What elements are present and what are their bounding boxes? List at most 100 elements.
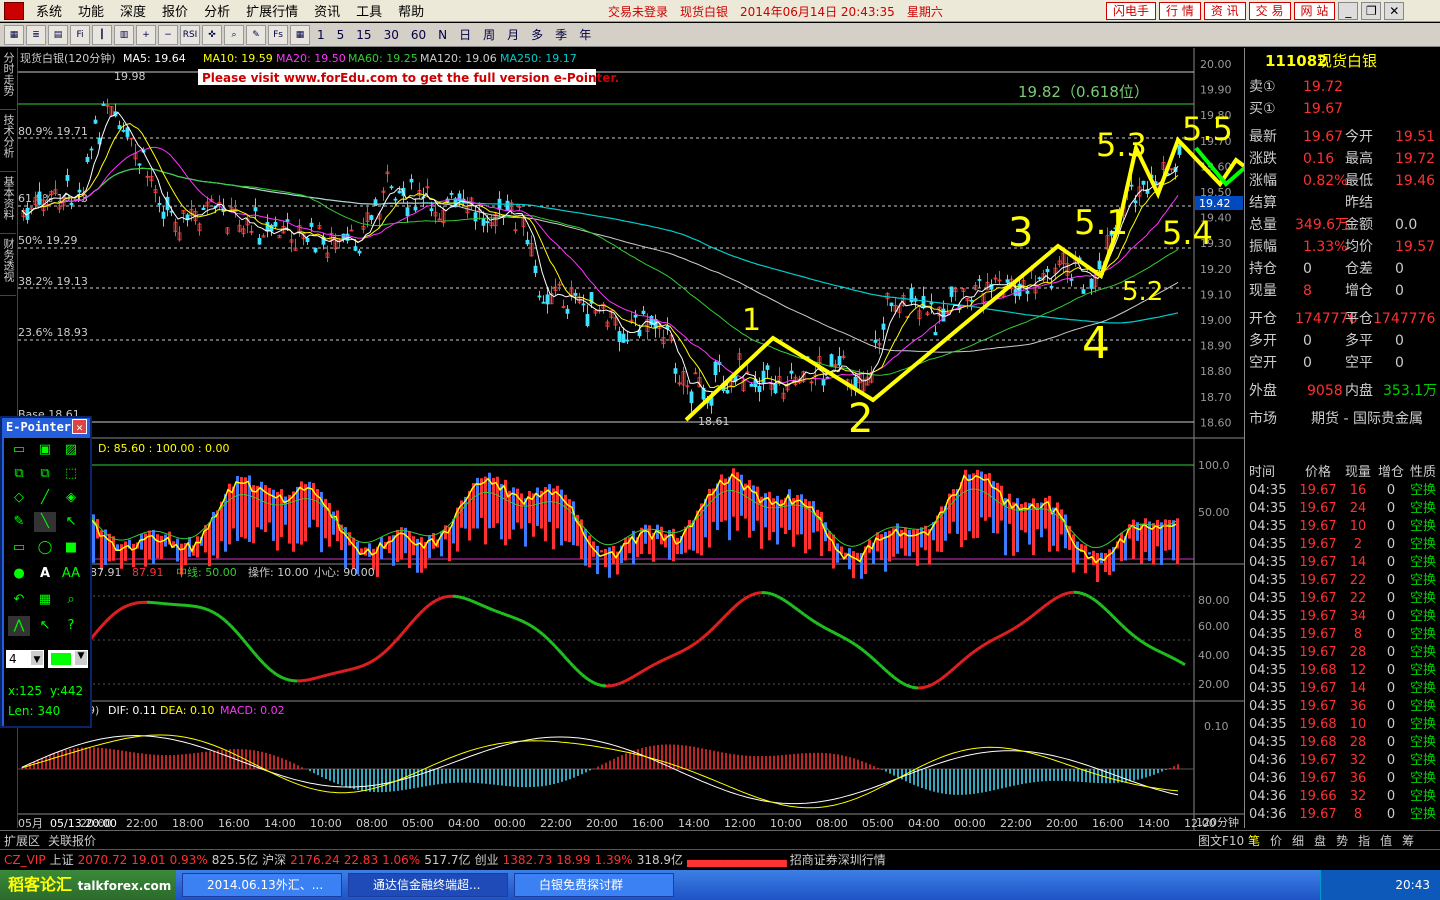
osc-segment bbox=[1004, 630, 1009, 635]
chart-icon[interactable]: ▤ bbox=[48, 24, 68, 45]
task-item-3[interactable]: 白银免费探讨群 bbox=[514, 873, 674, 897]
arrow-icon[interactable]: ↖ bbox=[60, 512, 82, 532]
panel-tab[interactable]: 价 bbox=[1270, 832, 1282, 849]
start-button[interactable]: 稻客论汇 talkforex.com bbox=[0, 870, 176, 900]
period-day[interactable]: 日 bbox=[454, 26, 476, 43]
menu-info[interactable]: 资讯 bbox=[306, 1, 348, 20]
technical-chart[interactable]: 19.98 80.9% 19.71 61.8% 19.43 50% 19.29 … bbox=[18, 48, 1244, 830]
period-week[interactable]: 周 bbox=[478, 26, 500, 43]
pen-icon[interactable]: ✎ bbox=[8, 512, 30, 532]
period-15[interactable]: 15 bbox=[351, 28, 376, 42]
period-year[interactable]: 年 bbox=[574, 26, 596, 43]
help-icon[interactable]: ? bbox=[60, 616, 82, 636]
undo-icon[interactable]: ↶ bbox=[8, 590, 30, 610]
cursor-icon[interactable]: ↖ bbox=[34, 616, 56, 636]
kd-bar bbox=[468, 490, 471, 541]
select-icon[interactable]: ⬚ bbox=[60, 464, 82, 484]
menu-analysis[interactable]: 分析 bbox=[196, 1, 238, 20]
website-button[interactable]: 网 站 bbox=[1293, 2, 1336, 20]
panel-tab[interactable]: 笔 bbox=[1248, 832, 1260, 849]
zoom-in-icon[interactable]: + bbox=[136, 24, 156, 45]
period-30[interactable]: 30 bbox=[379, 28, 404, 42]
tick-cell: 19.67 bbox=[1299, 645, 1337, 660]
task-item-2[interactable]: 通达信金融终端超... bbox=[348, 873, 508, 897]
panel-tab[interactable]: 势 bbox=[1336, 832, 1348, 849]
period-n[interactable]: N bbox=[433, 28, 452, 42]
period-multi[interactable]: 多 bbox=[526, 26, 548, 43]
color-select[interactable]: ▼ bbox=[48, 650, 88, 668]
line-icon[interactable]: ╲ bbox=[34, 512, 56, 532]
menu-quote[interactable]: 报价 bbox=[154, 1, 196, 20]
grid-icon[interactable]: ▦ bbox=[4, 24, 24, 45]
period-5[interactable]: 5 bbox=[332, 28, 350, 42]
tab-f10[interactable]: 图文F10 bbox=[1198, 832, 1244, 849]
panel-tab[interactable]: 细 bbox=[1292, 832, 1304, 849]
panel-tab[interactable]: 值 bbox=[1380, 832, 1392, 849]
task-item-1[interactable]: 2014.06.13外汇、... bbox=[182, 873, 342, 897]
menu-help[interactable]: 帮助 bbox=[390, 1, 432, 20]
fs-icon[interactable]: Fs bbox=[268, 24, 288, 45]
notice-text[interactable]: Please visit www.forEdu.com to get the f… bbox=[202, 71, 619, 85]
period-60[interactable]: 60 bbox=[406, 28, 431, 42]
filled-ellipse-icon[interactable]: ● bbox=[8, 564, 30, 584]
polyline-icon[interactable]: ⋀ bbox=[8, 616, 30, 636]
tab-ext-area[interactable]: 扩展区 bbox=[4, 832, 40, 849]
text-style-icon[interactable]: AA bbox=[60, 564, 82, 584]
pencil-icon[interactable]: ✎ bbox=[246, 24, 266, 45]
quote-row-value: 1.33% bbox=[1303, 239, 1348, 255]
magnify-icon[interactable]: ⌕ bbox=[60, 590, 82, 610]
trade-button[interactable]: 交 易 bbox=[1248, 2, 1291, 20]
list-icon[interactable]: ≣ bbox=[26, 24, 46, 45]
period-season[interactable]: 季 bbox=[550, 26, 572, 43]
paste-icon[interactable]: ⧉ bbox=[34, 464, 56, 484]
width-select[interactable]: 4 ▼ bbox=[6, 650, 44, 668]
flash-trade-button[interactable]: 闪电手 bbox=[1106, 2, 1157, 20]
epointer-palette[interactable]: E-Pointer ✕ ▭ ▣ ▨ ⧉ ⧉ ⬚ ◇ ╱ ◈ ✎ ╲ ↖ ▭ ◯ … bbox=[0, 416, 92, 728]
rsi-icon[interactable]: RSI bbox=[180, 24, 200, 45]
menu-ext-market[interactable]: 扩展行情 bbox=[238, 1, 306, 20]
osc-segment bbox=[712, 623, 719, 629]
vip-label[interactable]: CZ_VIP bbox=[4, 853, 46, 867]
image-icon[interactable]: ▨ bbox=[60, 440, 82, 460]
kd-bar bbox=[808, 501, 811, 550]
tab-fundamental[interactable]: 基本资料 bbox=[0, 172, 16, 234]
tab-technical[interactable]: 技术分析 bbox=[0, 110, 16, 172]
copy-icon[interactable]: ⧉ bbox=[8, 464, 30, 484]
search-icon[interactable]: ⌕ bbox=[224, 24, 244, 45]
rect-icon[interactable]: ▭ bbox=[8, 538, 30, 558]
ellipse-icon[interactable]: ◯ bbox=[34, 538, 56, 558]
period-1[interactable]: 1 bbox=[312, 28, 330, 42]
grid-tool-icon[interactable]: ▦ bbox=[34, 590, 56, 610]
period-month[interactable]: 月 bbox=[502, 26, 524, 43]
market-button[interactable]: 行 情 bbox=[1159, 2, 1201, 20]
epointer-close-icon[interactable]: ✕ bbox=[72, 419, 87, 434]
filled-rect-icon[interactable]: ■ bbox=[60, 538, 82, 558]
zoom-out-icon[interactable]: − bbox=[158, 24, 178, 45]
panel-tab[interactable]: 盘 bbox=[1314, 832, 1326, 849]
restore-icon[interactable]: ❐ bbox=[1361, 2, 1382, 20]
tab-financial[interactable]: 财务透视 bbox=[0, 234, 16, 296]
fill-icon[interactable]: ◈ bbox=[60, 488, 82, 508]
menu-function[interactable]: 功能 bbox=[70, 1, 112, 20]
kd-bar bbox=[1036, 502, 1039, 530]
text-icon[interactable]: A bbox=[34, 564, 56, 584]
bars-icon[interactable]: ▥ bbox=[114, 24, 134, 45]
open-icon[interactable]: ▭ bbox=[8, 440, 30, 460]
menu-tools[interactable]: 工具 bbox=[348, 1, 390, 20]
tab-related-quotes[interactable]: 关联报价 bbox=[48, 832, 96, 849]
table-icon[interactable]: ▦ bbox=[290, 24, 310, 45]
close-icon[interactable]: ✕ bbox=[1384, 2, 1405, 20]
fi-icon[interactable]: Fi bbox=[70, 24, 90, 45]
menu-system[interactable]: 系统 bbox=[28, 1, 70, 20]
crosshair-icon[interactable]: ✜ bbox=[202, 24, 222, 45]
kline-icon[interactable]: ┃ bbox=[92, 24, 112, 45]
minimize-icon[interactable]: _ bbox=[1338, 2, 1359, 20]
dropper-icon[interactable]: ╱ bbox=[34, 488, 56, 508]
panel-tab[interactable]: 筹 bbox=[1402, 832, 1414, 849]
eraser-icon[interactable]: ◇ bbox=[8, 488, 30, 508]
tab-intraday[interactable]: 分时走势 bbox=[0, 48, 16, 110]
panel-tab[interactable]: 指 bbox=[1358, 832, 1370, 849]
save-icon[interactable]: ▣ bbox=[34, 440, 56, 460]
news-button[interactable]: 资 讯 bbox=[1203, 2, 1246, 20]
menu-depth[interactable]: 深度 bbox=[112, 1, 154, 20]
